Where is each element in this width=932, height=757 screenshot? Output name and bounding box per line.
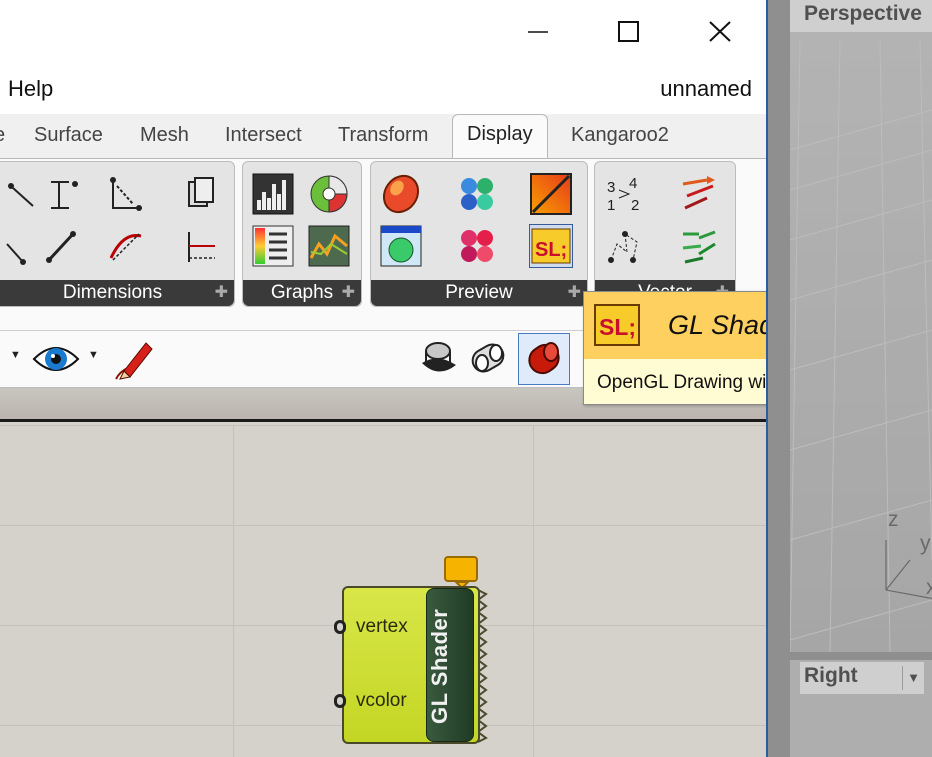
panel-dimensions: Dimensions ✚ — [0, 161, 235, 307]
tab-display[interactable]: Display — [452, 114, 548, 160]
tooltip-header: SL; GL Shader — [584, 292, 766, 359]
gradient-icon[interactable] — [529, 172, 573, 216]
axis-label-z: z — [888, 508, 899, 531]
menu-help[interactable]: Help — [8, 76, 53, 102]
text-tag-icon[interactable] — [179, 172, 223, 216]
document-name: unnamed — [660, 76, 752, 101]
svg-text:2: 2 — [631, 197, 639, 214]
expand-icon[interactable]: ✚ — [215, 280, 228, 306]
color-swatches-icon[interactable] — [455, 172, 499, 216]
tab-partial[interactable]: e — [0, 124, 5, 147]
rhino-viewports: z y x Perspective Right ▼ — [768, 0, 932, 757]
preview-selected-icon[interactable] — [518, 333, 570, 385]
preview-wireframe-icon[interactable] — [416, 335, 462, 383]
tooltip-title: GL Shader — [668, 310, 766, 340]
input-grip-vcolor[interactable] — [334, 694, 346, 708]
tooltip-description: OpenGL Drawing with a shader — [597, 372, 767, 393]
component-name: GL Shader — [427, 608, 452, 724]
menu-bar: Help unnamed — [0, 64, 766, 114]
svg-text:1: 1 — [607, 197, 615, 214]
input-label-vertex: vertex — [356, 616, 408, 637]
sketch-pen-icon[interactable] — [106, 337, 154, 383]
ribbon-tabs: e Surface Mesh Intersect Transform Displ… — [0, 114, 766, 160]
dropdown-arrow-icon[interactable]: ▼ — [88, 349, 99, 361]
point-order-icon[interactable]: 3412 — [603, 172, 647, 216]
tooltip-icon-text: SL; — [599, 314, 636, 340]
aligned-dimension-icon[interactable] — [39, 224, 83, 268]
pie-chart-icon[interactable] — [307, 172, 351, 216]
legend-icon[interactable] — [251, 224, 295, 268]
viewport-title-perspective[interactable]: Perspective — [790, 0, 932, 32]
panel-preview: SL; Preview ✚ — [370, 161, 588, 307]
vector-display-icon[interactable] — [677, 172, 721, 216]
tab-mesh[interactable]: Mesh — [140, 124, 189, 147]
gl-shader-icon[interactable]: SL; — [529, 224, 573, 268]
expand-icon[interactable]: ✚ — [342, 280, 355, 306]
leader-icon[interactable] — [0, 224, 43, 268]
graph-mapper-icon[interactable] — [307, 224, 351, 268]
angular-dimension-icon[interactable] — [103, 172, 147, 216]
preview-material-icon[interactable] — [379, 224, 423, 268]
tab-transform[interactable]: Transform — [338, 124, 428, 147]
tab-intersect[interactable]: Intersect — [225, 124, 302, 147]
maximize-icon[interactable] — [604, 10, 650, 54]
histogram-icon[interactable] — [251, 172, 295, 216]
expand-icon[interactable]: ✚ — [568, 280, 581, 306]
tab-kangaroo2[interactable]: Kangaroo2 — [571, 124, 669, 147]
close-icon[interactable] — [696, 10, 742, 54]
input-label-vcolor: vcolor — [356, 690, 407, 711]
svg-text:3: 3 — [607, 179, 615, 196]
custom-preview-icon[interactable] — [379, 172, 423, 216]
arc-dimension-icon[interactable] — [103, 224, 147, 268]
preview-flag-icon — [444, 556, 478, 590]
panel-label-graphs: Graphs ✚ — [243, 280, 361, 306]
svg-text:4: 4 — [629, 175, 637, 192]
gl-shader-icon: SL; — [594, 304, 640, 346]
color-preview-icon[interactable] — [455, 224, 499, 268]
title-bar — [0, 0, 766, 64]
panel-label-dimensions: Dimensions ✚ — [0, 280, 234, 306]
preview-shaded-icon[interactable] — [466, 335, 512, 383]
viewport-tab-right[interactable]: Right ▼ — [800, 662, 924, 694]
dimension-icon[interactable] — [0, 172, 43, 216]
viewport-right[interactable]: Right ▼ — [790, 660, 932, 757]
svg-text:SL;: SL; — [535, 239, 567, 261]
tooltip: SL; GL Shader OpenGL Drawing with a shad… — [583, 291, 767, 405]
panel-graphs: Graphs ✚ — [242, 161, 362, 307]
dropdown-arrow-icon[interactable]: ▼ — [10, 349, 21, 361]
linear-dimension-icon[interactable] — [39, 172, 83, 216]
vector-field-icon[interactable] — [677, 224, 721, 268]
input-grip-vertex[interactable] — [334, 620, 346, 634]
gl-shader-component[interactable]: GL Shader vertex vcolor — [334, 552, 490, 752]
axis-label-y: y — [920, 532, 931, 555]
output-zigzag — [478, 589, 488, 743]
viewport-title-right: Right — [804, 664, 858, 687]
minimize-icon[interactable] — [514, 10, 560, 54]
point-list-icon[interactable] — [603, 224, 647, 268]
dropdown-arrow-icon[interactable]: ▼ — [902, 666, 924, 690]
axis-label-x: x — [926, 576, 932, 599]
serial-dimension-icon[interactable] — [179, 224, 223, 268]
viewport-perspective[interactable]: z y x Perspective — [790, 0, 932, 652]
panel-vector: 3412 Vector ✚ — [594, 161, 736, 307]
perspective-grid — [790, 39, 932, 652]
tab-surface[interactable]: Surface — [34, 124, 103, 147]
grasshopper-window: Help unnamed e Surface Mesh Intersect Tr… — [0, 0, 768, 757]
panel-label-preview: Preview ✚ — [371, 280, 587, 306]
eye-icon[interactable] — [32, 339, 80, 379]
